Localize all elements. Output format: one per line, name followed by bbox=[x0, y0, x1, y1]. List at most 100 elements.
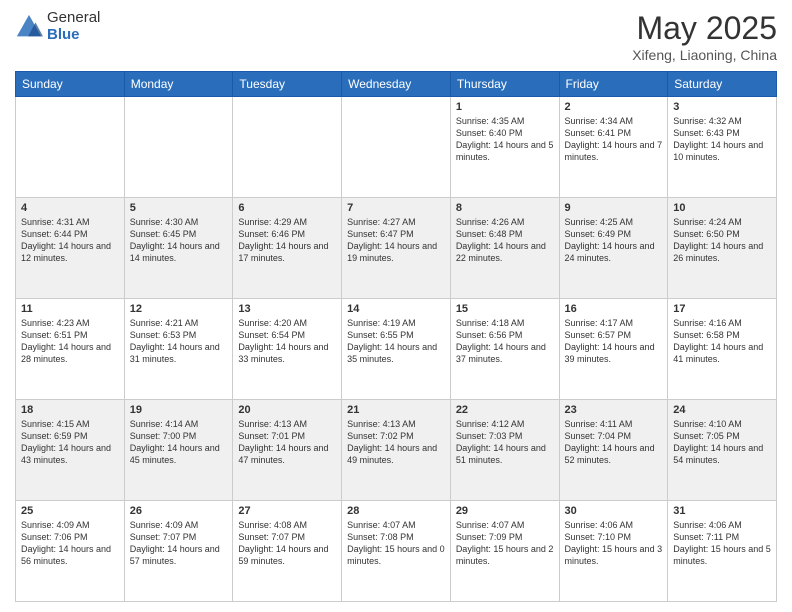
day-content: Sunrise: 4:27 AM Sunset: 6:47 PM Dayligh… bbox=[347, 216, 445, 265]
title-section: May 2025 Xifeng, Liaoning, China bbox=[632, 10, 777, 63]
logo-icon bbox=[15, 13, 43, 41]
day-content: Sunrise: 4:15 AM Sunset: 6:59 PM Dayligh… bbox=[21, 418, 119, 467]
day-content: Sunrise: 4:07 AM Sunset: 7:08 PM Dayligh… bbox=[347, 519, 445, 568]
day-number: 31 bbox=[673, 505, 771, 517]
calendar-header-row: SundayMondayTuesdayWednesdayThursdayFrid… bbox=[16, 72, 777, 97]
calendar-cell: 15 Sunrise: 4:18 AM Sunset: 6:56 PM Dayli… bbox=[450, 299, 559, 400]
day-content: Sunrise: 4:29 AM Sunset: 6:46 PM Dayligh… bbox=[238, 216, 336, 265]
day-content: Sunrise: 4:10 AM Sunset: 7:05 PM Dayligh… bbox=[673, 418, 771, 467]
day-number: 11 bbox=[21, 303, 119, 315]
day-content: Sunrise: 4:06 AM Sunset: 7:10 PM Dayligh… bbox=[565, 519, 663, 568]
day-number: 29 bbox=[456, 505, 554, 517]
calendar-cell: 27Sunrise: 4:08 AM Sunset: 7:07 PM Dayli… bbox=[233, 501, 342, 602]
day-content: Sunrise: 4:11 AM Sunset: 7:04 PM Dayligh… bbox=[565, 418, 663, 467]
calendar-cell: 23 Sunrise: 4:11 AM Sunset: 7:04 PM Dayli… bbox=[559, 400, 668, 501]
day-content: Sunrise: 4:17 AM Sunset: 6:57 PM Dayligh… bbox=[565, 317, 663, 366]
day-content: Sunrise: 4:35 AM Sunset: 6:40 PM Dayligh… bbox=[456, 115, 554, 164]
day-content: Sunrise: 4:31 AM Sunset: 6:44 PM Dayligh… bbox=[21, 216, 119, 265]
day-header-tuesday: Tuesday bbox=[233, 72, 342, 97]
calendar-cell: 19 Sunrise: 4:14 AM Sunset: 7:00 PM Dayli… bbox=[124, 400, 233, 501]
day-content: Sunrise: 4:26 AM Sunset: 6:48 PM Dayligh… bbox=[456, 216, 554, 265]
calendar-cell bbox=[16, 97, 125, 198]
calendar-cell: 14 Sunrise: 4:19 AM Sunset: 6:55 PM Dayli… bbox=[342, 299, 451, 400]
calendar-cell bbox=[342, 97, 451, 198]
day-content: Sunrise: 4:06 AM Sunset: 7:11 PM Dayligh… bbox=[673, 519, 771, 568]
day-content: Sunrise: 4:18 AM Sunset: 6:56 PM Dayligh… bbox=[456, 317, 554, 366]
day-number: 30 bbox=[565, 505, 663, 517]
calendar-cell: 17Sunrise: 4:16 AM Sunset: 6:58 PM Dayli… bbox=[668, 299, 777, 400]
header: General Blue May 2025 Xifeng, Liaoning, … bbox=[15, 10, 777, 63]
calendar-cell: 18Sunrise: 4:15 AM Sunset: 6:59 PM Dayli… bbox=[16, 400, 125, 501]
day-number: 16 bbox=[565, 303, 663, 315]
day-content: Sunrise: 4:24 AM Sunset: 6:50 PM Dayligh… bbox=[673, 216, 771, 265]
day-content: Sunrise: 4:23 AM Sunset: 6:51 PM Dayligh… bbox=[21, 317, 119, 366]
calendar-cell: 1 Sunrise: 4:35 AM Sunset: 6:40 PM Daylig… bbox=[450, 97, 559, 198]
day-content: Sunrise: 4:20 AM Sunset: 6:54 PM Dayligh… bbox=[238, 317, 336, 366]
day-content: Sunrise: 4:21 AM Sunset: 6:53 PM Dayligh… bbox=[130, 317, 228, 366]
calendar-week-row: 4 Sunrise: 4:31 AM Sunset: 6:44 PM Daylig… bbox=[16, 198, 777, 299]
day-number: 4 bbox=[21, 202, 119, 214]
day-header-thursday: Thursday bbox=[450, 72, 559, 97]
calendar-cell: 10 Sunrise: 4:24 AM Sunset: 6:50 PM Dayli… bbox=[668, 198, 777, 299]
calendar-cell: 21 Sunrise: 4:13 AM Sunset: 7:02 PM Dayli… bbox=[342, 400, 451, 501]
calendar-cell: 7 Sunrise: 4:27 AM Sunset: 6:47 PM Daylig… bbox=[342, 198, 451, 299]
day-content: Sunrise: 4:13 AM Sunset: 7:01 PM Dayligh… bbox=[238, 418, 336, 467]
logo-general-text: General bbox=[47, 10, 100, 27]
day-content: Sunrise: 4:07 AM Sunset: 7:09 PM Dayligh… bbox=[456, 519, 554, 568]
calendar-cell: 30 Sunrise: 4:06 AM Sunset: 7:10 PM Dayli… bbox=[559, 501, 668, 602]
calendar-cell: 11 Sunrise: 4:23 AM Sunset: 6:51 PM Dayli… bbox=[16, 299, 125, 400]
day-number: 13 bbox=[238, 303, 336, 315]
day-content: Sunrise: 4:16 AM Sunset: 6:58 PM Dayligh… bbox=[673, 317, 771, 366]
day-number: 26 bbox=[130, 505, 228, 517]
day-number: 28 bbox=[347, 505, 445, 517]
calendar-cell: 2 Sunrise: 4:34 AM Sunset: 6:41 PM Daylig… bbox=[559, 97, 668, 198]
day-number: 22 bbox=[456, 404, 554, 416]
day-number: 14 bbox=[347, 303, 445, 315]
day-number: 3 bbox=[673, 101, 771, 113]
day-number: 6 bbox=[238, 202, 336, 214]
calendar-cell bbox=[124, 97, 233, 198]
logo-blue-text: Blue bbox=[47, 27, 100, 44]
day-number: 7 bbox=[347, 202, 445, 214]
day-content: Sunrise: 4:30 AM Sunset: 6:45 PM Dayligh… bbox=[130, 216, 228, 265]
day-number: 20 bbox=[238, 404, 336, 416]
day-number: 2 bbox=[565, 101, 663, 113]
calendar-cell: 28 Sunrise: 4:07 AM Sunset: 7:08 PM Dayli… bbox=[342, 501, 451, 602]
calendar-cell bbox=[233, 97, 342, 198]
calendar-cell: 3 Sunrise: 4:32 AM Sunset: 6:43 PM Daylig… bbox=[668, 97, 777, 198]
day-content: Sunrise: 4:32 AM Sunset: 6:43 PM Dayligh… bbox=[673, 115, 771, 164]
calendar-week-row: 1 Sunrise: 4:35 AM Sunset: 6:40 PM Daylig… bbox=[16, 97, 777, 198]
day-number: 5 bbox=[130, 202, 228, 214]
calendar-cell: 25Sunrise: 4:09 AM Sunset: 7:06 PM Dayli… bbox=[16, 501, 125, 602]
calendar-cell: 12 Sunrise: 4:21 AM Sunset: 6:53 PM Dayli… bbox=[124, 299, 233, 400]
day-number: 1 bbox=[456, 101, 554, 113]
day-number: 19 bbox=[130, 404, 228, 416]
day-number: 9 bbox=[565, 202, 663, 214]
day-number: 21 bbox=[347, 404, 445, 416]
location: Xifeng, Liaoning, China bbox=[632, 47, 777, 63]
calendar-cell: 16 Sunrise: 4:17 AM Sunset: 6:57 PM Dayli… bbox=[559, 299, 668, 400]
day-content: Sunrise: 4:09 AM Sunset: 7:06 PM Dayligh… bbox=[21, 519, 119, 568]
day-content: Sunrise: 4:13 AM Sunset: 7:02 PM Dayligh… bbox=[347, 418, 445, 467]
calendar-cell: 22Sunrise: 4:12 AM Sunset: 7:03 PM Dayli… bbox=[450, 400, 559, 501]
day-header-wednesday: Wednesday bbox=[342, 72, 451, 97]
calendar-cell: 29 Sunrise: 4:07 AM Sunset: 7:09 PM Dayli… bbox=[450, 501, 559, 602]
calendar-cell: 6 Sunrise: 4:29 AM Sunset: 6:46 PM Daylig… bbox=[233, 198, 342, 299]
day-number: 27 bbox=[238, 505, 336, 517]
calendar-week-row: 11 Sunrise: 4:23 AM Sunset: 6:51 PM Dayli… bbox=[16, 299, 777, 400]
day-content: Sunrise: 4:14 AM Sunset: 7:00 PM Dayligh… bbox=[130, 418, 228, 467]
day-number: 23 bbox=[565, 404, 663, 416]
day-number: 15 bbox=[456, 303, 554, 315]
calendar-cell: 13 Sunrise: 4:20 AM Sunset: 6:54 PM Dayli… bbox=[233, 299, 342, 400]
day-header-saturday: Saturday bbox=[668, 72, 777, 97]
calendar-cell: 20 Sunrise: 4:13 AM Sunset: 7:01 PM Dayli… bbox=[233, 400, 342, 501]
day-content: Sunrise: 4:34 AM Sunset: 6:41 PM Dayligh… bbox=[565, 115, 663, 164]
day-number: 12 bbox=[130, 303, 228, 315]
day-content: Sunrise: 4:25 AM Sunset: 6:49 PM Dayligh… bbox=[565, 216, 663, 265]
calendar-cell: 8Sunrise: 4:26 AM Sunset: 6:48 PM Daylig… bbox=[450, 198, 559, 299]
calendar-cell: 5 Sunrise: 4:30 AM Sunset: 6:45 PM Daylig… bbox=[124, 198, 233, 299]
calendar-cell: 9 Sunrise: 4:25 AM Sunset: 6:49 PM Daylig… bbox=[559, 198, 668, 299]
day-number: 24 bbox=[673, 404, 771, 416]
day-number: 10 bbox=[673, 202, 771, 214]
day-content: Sunrise: 4:19 AM Sunset: 6:55 PM Dayligh… bbox=[347, 317, 445, 366]
